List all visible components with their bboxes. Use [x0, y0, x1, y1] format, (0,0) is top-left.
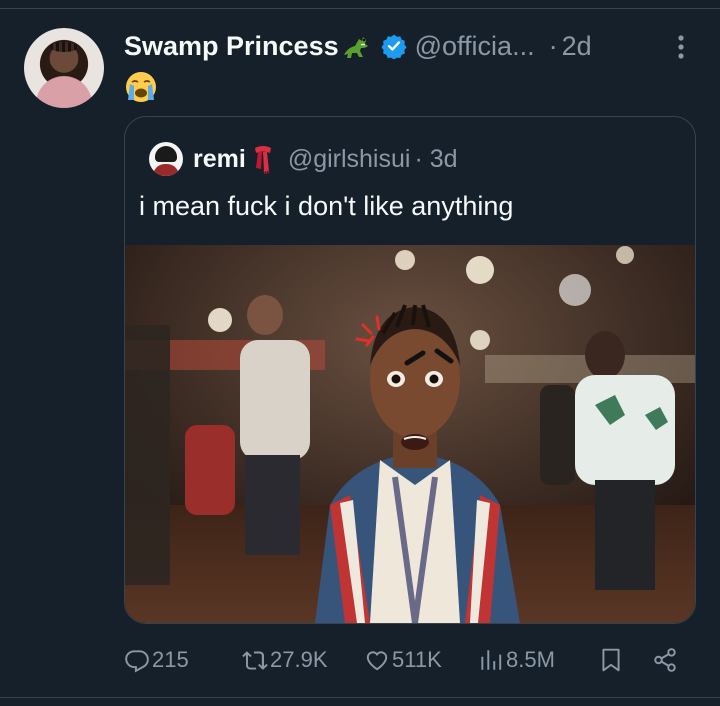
quoted-author-name: remi	[193, 144, 246, 173]
share-icon	[654, 648, 676, 672]
top-divider	[0, 8, 720, 9]
heart-icon	[366, 651, 388, 671]
reply-count: 215	[152, 647, 189, 672]
loudly-crying-face-icon	[126, 72, 156, 102]
like-button[interactable]: 511K	[364, 642, 442, 678]
reply-button[interactable]: 215	[124, 642, 189, 678]
quoted-author-avatar	[149, 142, 183, 176]
share-button[interactable]	[652, 642, 678, 678]
repost-button[interactable]: 27.9K	[242, 642, 328, 678]
bookmark-icon	[602, 648, 620, 672]
quoted-tweet-header: remi @girlshisui · 3d	[149, 141, 458, 177]
quoted-tweet-text: i mean fuck i don't like anything	[139, 191, 514, 221]
time-separator: ·	[548, 30, 558, 61]
tweet-time[interactable]: 2d	[562, 31, 592, 62]
more-options-icon[interactable]	[671, 34, 691, 60]
tweet-actions-bar: 215 27.9K 511K 8.5M	[124, 642, 694, 678]
like-count: 511K	[392, 647, 442, 672]
quoted-tweet-time: · 3d	[414, 144, 458, 173]
author-avatar[interactable]	[24, 28, 104, 108]
scarf-emoji-icon	[254, 146, 271, 174]
author-name[interactable]: Swamp Princess	[124, 31, 339, 62]
quoted-tweet[interactable]: remi @girlshisui · 3d i mean fuck i don'…	[124, 116, 696, 624]
crocodile-emoji-icon	[343, 37, 368, 58]
author-handle[interactable]: @officia...	[415, 31, 535, 62]
bottom-divider	[0, 697, 720, 698]
quoted-author-handle: @girlshisui	[287, 144, 411, 173]
views-count: 8.5M	[506, 647, 555, 672]
views-chart-icon	[481, 650, 502, 670]
repost-count: 27.9K	[270, 647, 328, 672]
repost-icon	[242, 651, 268, 670]
verified-badge-icon	[381, 34, 407, 59]
quoted-tweet-image[interactable]	[125, 245, 695, 623]
tweet-header: Swamp Princess @officia... · 2d	[124, 26, 592, 66]
views-button[interactable]: 8.5M	[478, 642, 555, 678]
bookmark-button[interactable]	[598, 642, 624, 678]
reply-icon	[125, 650, 149, 673]
